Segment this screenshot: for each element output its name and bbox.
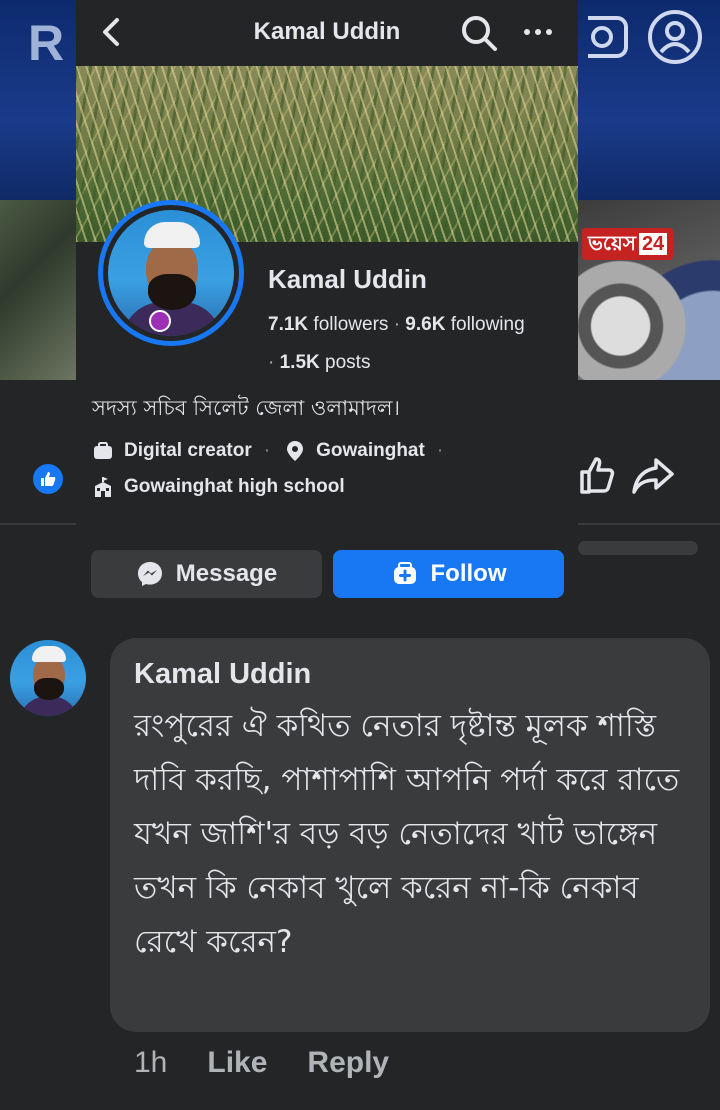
background-banner-letters: R: [28, 15, 64, 71]
profile-stats: 7.1K followers · 9.6K following · 1.5K p…: [268, 314, 525, 373]
background-news-logo: ভয়েস 24: [582, 228, 674, 260]
profile-education: Gowainghat high school: [124, 476, 345, 497]
more-icon[interactable]: [516, 14, 560, 50]
comment-bubble[interactable]: Kamal Uddin রংপুরের ঐ কথিত নেতার দৃষ্টান…: [110, 638, 710, 1032]
comment-text: রংপুরের ঐ কথিত নেতার দৃষ্টান্ত মূলক শাস্…: [134, 708, 680, 960]
search-icon[interactable]: [458, 12, 500, 54]
comment-like-button[interactable]: Like: [207, 1046, 267, 1080]
posts-stat[interactable]: · 1.5K posts: [268, 352, 370, 373]
comment-author[interactable]: Kamal Uddin: [134, 658, 686, 691]
header-title: Kamal Uddin: [253, 18, 401, 45]
messenger-icon: [136, 560, 164, 588]
follow-button[interactable]: Follow: [333, 550, 564, 598]
following-stat[interactable]: 9.6K following: [405, 314, 524, 335]
background-photo-right: [578, 200, 720, 380]
comment-timestamp[interactable]: 1h: [134, 1046, 167, 1080]
profile-icon[interactable]: [648, 10, 702, 64]
profile-category: Digital creator: [124, 440, 252, 461]
share-icon[interactable]: [630, 452, 676, 498]
comment-actions: 1h Like Reply: [134, 1046, 389, 1080]
camera-icon[interactable]: [576, 10, 642, 64]
profile-name[interactable]: Kamal Uddin: [268, 264, 427, 295]
profile-education-row: Gowainghat high school: [92, 476, 345, 498]
background-placeholder-bar: [578, 541, 698, 555]
background-photo-left: [0, 200, 76, 380]
profile-location: Gowainghat: [316, 440, 425, 461]
like-reaction-icon: [33, 464, 63, 494]
briefcase-icon: [92, 440, 114, 462]
card-header: Kamal Uddin: [76, 0, 578, 66]
profile-info-row: Digital creator · Gowainghat ·: [92, 440, 447, 462]
school-icon: [92, 476, 114, 498]
profile-bio: সদস্য সচিব সিলেট জেলা ওলামাদল।: [92, 396, 401, 420]
followers-stat[interactable]: 7.1K followers: [268, 314, 388, 335]
comment-avatar[interactable]: [10, 640, 86, 716]
message-button[interactable]: Message: [91, 550, 322, 598]
profile-preview-card: Kamal Uddin Kamal Uddin 7.1K followers ·…: [76, 0, 578, 610]
add-friend-icon: [391, 560, 419, 588]
location-pin-icon: [284, 440, 306, 462]
like-icon[interactable]: [574, 452, 620, 498]
comment-reply-button[interactable]: Reply: [307, 1046, 389, 1080]
profile-avatar[interactable]: [98, 200, 244, 346]
